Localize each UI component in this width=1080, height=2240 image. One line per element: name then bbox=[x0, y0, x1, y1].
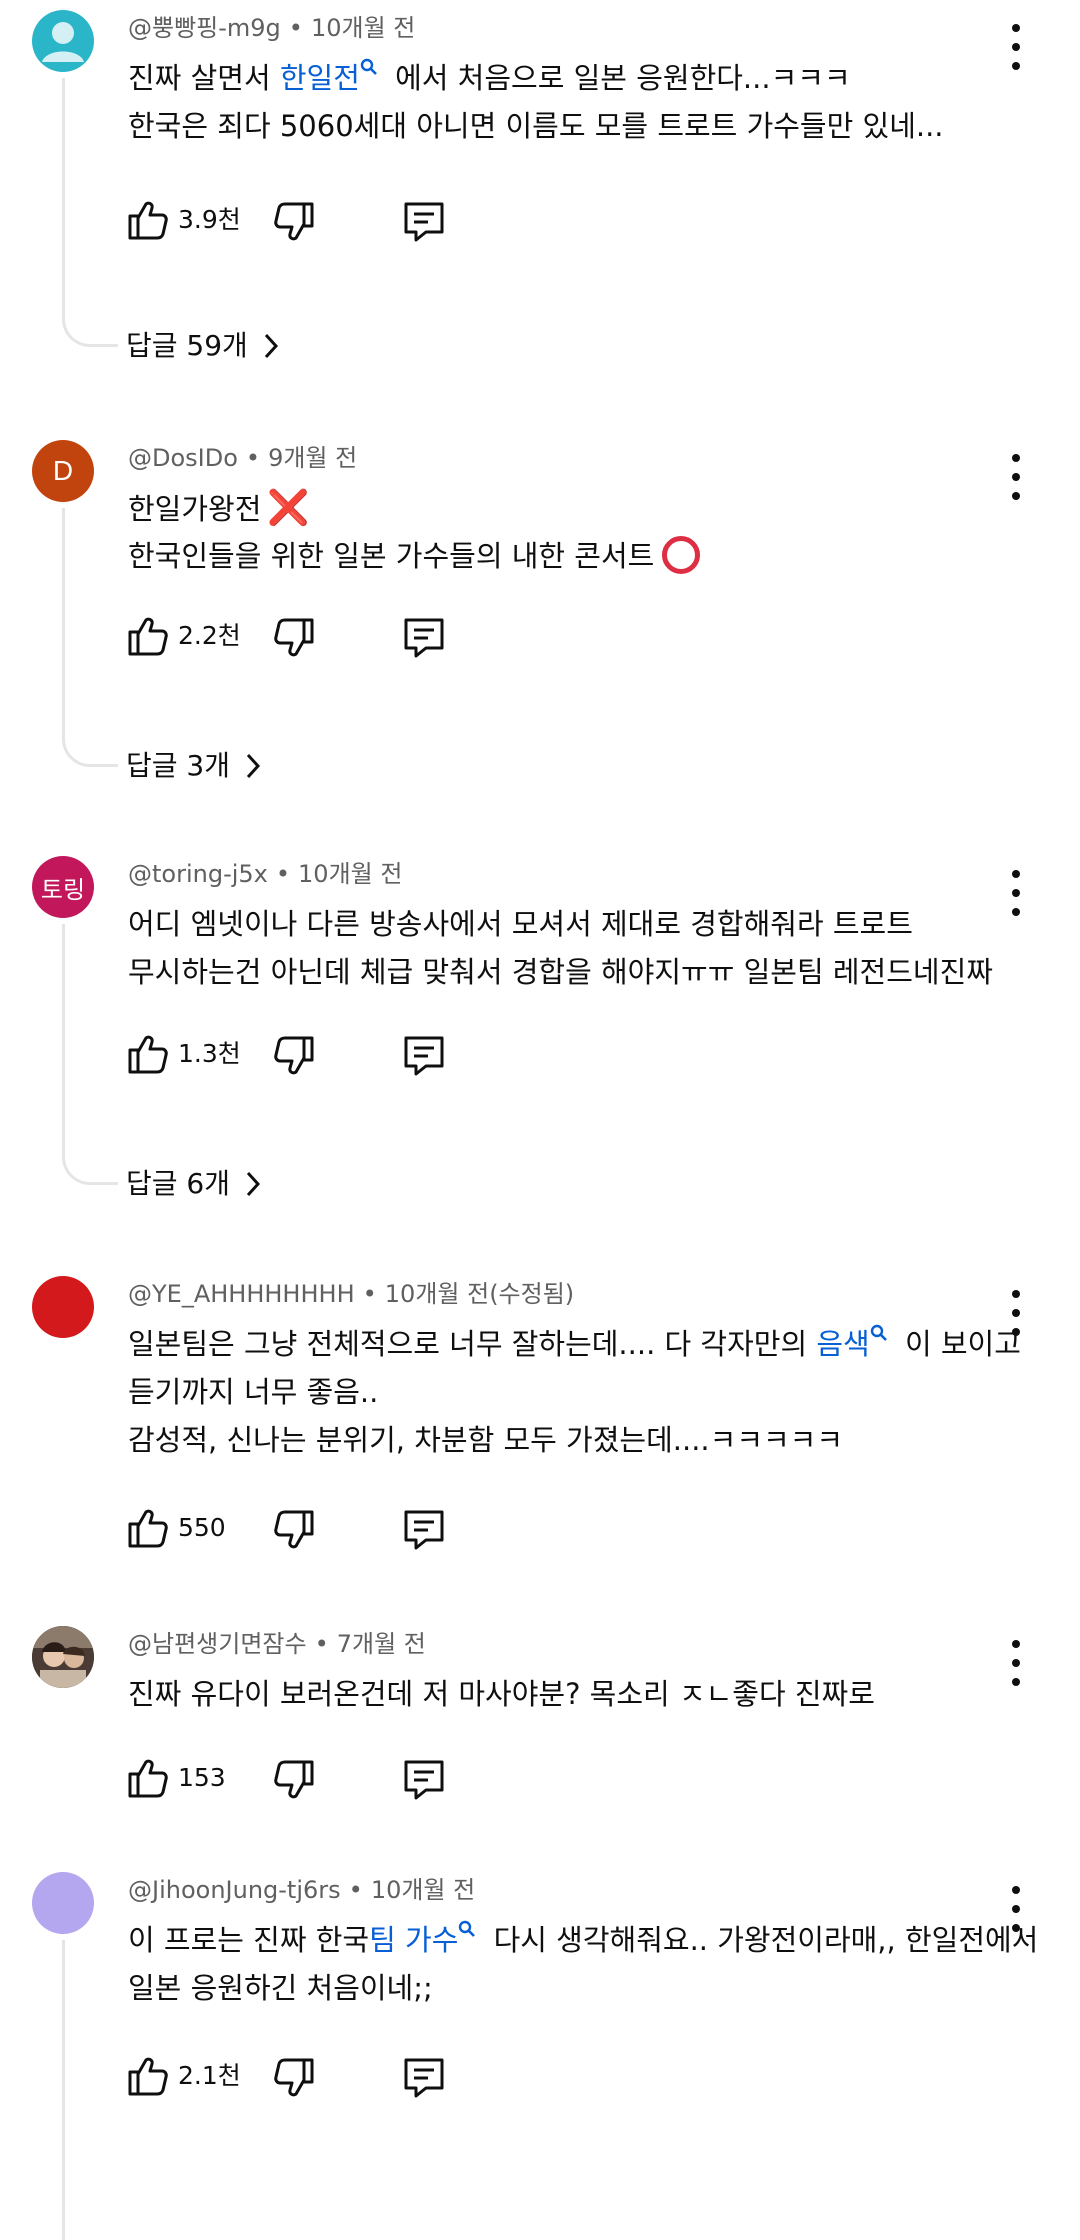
comment-header: @YE_AHHHHHHHH • 10개월 전(수정됨) bbox=[128, 1280, 575, 1308]
comment-text: 일본팀은 그냥 전체적으로 너무 잘하는데.... 다 각자만의 음색 이 보이… bbox=[128, 1320, 1021, 1464]
chevron-right-icon bbox=[264, 333, 278, 359]
view-replies-button[interactable]: 답글 6개 bbox=[126, 1162, 262, 1206]
thumbs-down-icon[interactable] bbox=[270, 2054, 318, 2102]
circle-mark-emoji bbox=[662, 536, 701, 574]
comment-header: @남편생기면잠수 • 7개월 전 bbox=[128, 1630, 426, 1658]
avatar[interactable]: D bbox=[32, 440, 94, 502]
view-replies-button[interactable]: 답글 3개 bbox=[126, 744, 262, 788]
comment-text: 진짜 살면서 한일전 에서 처음으로 일본 응원한다...ㅋㅋㅋ 한국은 죄다 … bbox=[128, 54, 944, 150]
comment-header: @JihoonJung-tj6rs • 10개월 전 bbox=[128, 1876, 476, 1904]
comment-time: 10개월 전 bbox=[310, 14, 416, 42]
search-icon bbox=[459, 1920, 476, 1937]
like-count: 2.1천 bbox=[178, 2061, 241, 2090]
search-icon bbox=[870, 1324, 887, 1341]
thread-line bbox=[62, 1940, 118, 2240]
comment-header: @DosIDo • 9개월 전 bbox=[128, 444, 358, 472]
replies-count: 답글 3개 bbox=[126, 749, 230, 782]
thumbs-up-icon[interactable] bbox=[124, 612, 172, 660]
thumbs-down-icon[interactable] bbox=[270, 1032, 318, 1080]
thread-line bbox=[62, 924, 118, 1185]
comment-text: 한일가왕전 ❌ 한국인들을 위한 일본 가수들의 내한 콘서트 bbox=[128, 484, 701, 580]
comment-time: 10개월 전 bbox=[370, 1876, 476, 1904]
comment-text: 어디 엠넷이나 다른 방송사에서 모셔서 제대로 경합해줘라 트로트 무시하는건… bbox=[128, 907, 993, 989]
comment-actions: 1.3천 bbox=[124, 1030, 464, 1086]
comment-time: 10개월 전(수정됨) bbox=[384, 1280, 575, 1308]
reply-comment-icon[interactable] bbox=[400, 198, 448, 246]
like-count: 153 bbox=[178, 1763, 226, 1792]
avatar[interactable]: 토링 bbox=[32, 856, 94, 918]
search-icon bbox=[360, 58, 377, 75]
search-link[interactable]: 팀 가수 bbox=[369, 1923, 458, 1957]
chevron-right-icon bbox=[246, 1171, 261, 1197]
author-name[interactable]: @뿡빵핑-m9g bbox=[128, 14, 281, 42]
like-count: 550 bbox=[178, 1513, 226, 1542]
search-link[interactable]: 음색 bbox=[816, 1327, 869, 1361]
comments-list: @뿡빵핑-m9g • 10개월 전 진짜 살면서 한일전 에서 처음으로 일본 응원… bbox=[0, 0, 1080, 2240]
more-vertical-icon[interactable] bbox=[1002, 870, 1030, 916]
thumbs-down-icon[interactable] bbox=[270, 1756, 318, 1804]
like-count: 1.3천 bbox=[178, 1039, 241, 1068]
comment-text: 이 프로는 진짜 한국팀 가수 다시 생각해줘요.. 가왕전이라매,, 한일전에… bbox=[128, 1916, 1038, 2012]
comment-header: @뿡빵핑-m9g • 10개월 전 bbox=[128, 14, 416, 42]
reply-comment-icon[interactable] bbox=[400, 1756, 448, 1804]
view-replies-button[interactable]: 답글 59개 bbox=[126, 324, 280, 368]
reply-comment-icon[interactable] bbox=[400, 614, 448, 662]
thumbs-up-icon[interactable] bbox=[124, 1754, 172, 1802]
thumbs-down-icon[interactable] bbox=[270, 1506, 318, 1554]
comment-time: 10개월 전 bbox=[298, 860, 403, 888]
thumbs-down-icon[interactable] bbox=[270, 614, 318, 662]
replies-count: 답글 59개 bbox=[126, 329, 248, 362]
avatar[interactable] bbox=[32, 1626, 94, 1688]
thread-line bbox=[62, 508, 118, 767]
thread-line bbox=[62, 78, 118, 347]
replies-count: 답글 6개 bbox=[126, 1167, 230, 1200]
comment-actions: 2.2천 bbox=[124, 612, 464, 668]
avatar[interactable] bbox=[32, 1276, 94, 1338]
author-name[interactable]: @DosIDo bbox=[128, 444, 238, 472]
comment-actions: 550 bbox=[124, 1504, 464, 1560]
comment-actions: 2.1천 bbox=[124, 2052, 464, 2108]
reply-comment-icon[interactable] bbox=[400, 2054, 448, 2102]
avatar[interactable] bbox=[32, 1872, 94, 1934]
thumbs-up-icon[interactable] bbox=[124, 2052, 172, 2100]
thumbs-up-icon[interactable] bbox=[124, 1030, 172, 1078]
profile-photo bbox=[32, 1626, 94, 1688]
search-link[interactable]: 한일전 bbox=[280, 61, 360, 95]
more-vertical-icon[interactable] bbox=[1002, 454, 1030, 500]
comment-header: @toring-j5x • 10개월 전 bbox=[128, 860, 403, 888]
default-person-icon bbox=[42, 22, 84, 62]
more-vertical-icon[interactable] bbox=[1002, 1640, 1030, 1686]
comment-time: 7개월 전 bbox=[336, 1630, 426, 1658]
reply-comment-icon[interactable] bbox=[400, 1506, 448, 1554]
thumbs-down-icon[interactable] bbox=[270, 198, 318, 246]
comment-actions: 153 bbox=[124, 1754, 464, 1810]
avatar-letter: 토링 bbox=[40, 876, 86, 904]
reply-comment-icon[interactable] bbox=[400, 1032, 448, 1080]
avatar-letter: D bbox=[52, 455, 74, 486]
author-name[interactable]: @YE_AHHHHHHHH bbox=[128, 1280, 355, 1308]
author-name[interactable]: @toring-j5x bbox=[128, 860, 268, 888]
like-count: 2.2천 bbox=[178, 621, 241, 650]
comment-actions: 3.9천 bbox=[124, 196, 464, 252]
comment-time: 9개월 전 bbox=[268, 444, 358, 472]
like-count: 3.9천 bbox=[178, 205, 241, 234]
more-vertical-icon[interactable] bbox=[1002, 24, 1030, 70]
thumbs-up-icon[interactable] bbox=[124, 196, 172, 244]
author-name[interactable]: @JihoonJung-tj6rs bbox=[128, 1876, 341, 1904]
cross-mark-emoji: ❌ bbox=[267, 488, 310, 528]
thumbs-up-icon[interactable] bbox=[124, 1504, 172, 1552]
comment-text: 진짜 유다이 보러온건데 저 마사야분? 목소리 ㅈㄴ좋다 진짜로 bbox=[128, 1677, 875, 1711]
chevron-right-icon bbox=[246, 753, 261, 779]
author-name[interactable]: @남편생기면잠수 bbox=[128, 1630, 307, 1658]
avatar[interactable] bbox=[32, 10, 94, 72]
